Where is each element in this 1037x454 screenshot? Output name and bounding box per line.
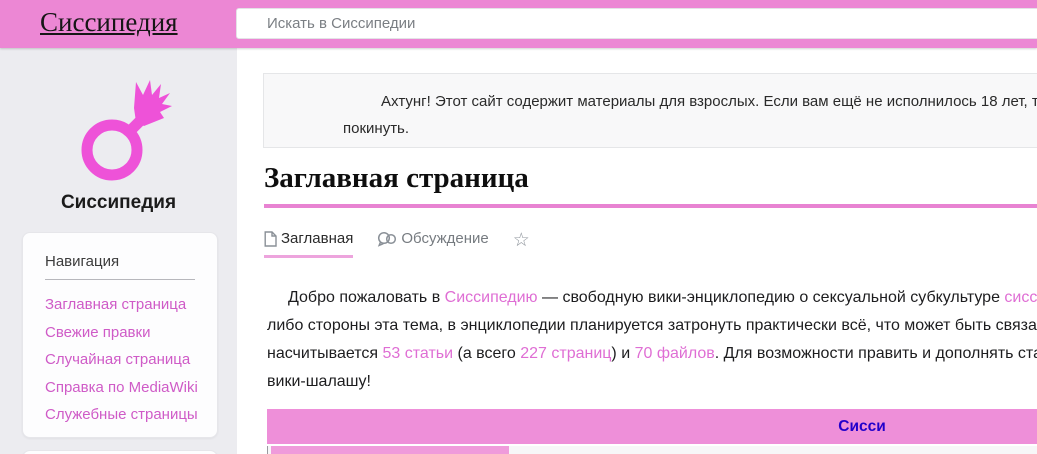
paragraph-text: насчитывается — [267, 345, 383, 362]
main-page-table: Сисси — [267, 409, 1037, 454]
paragraph-text: — свободную вики-энциклопедию о сексуаль… — [538, 289, 1005, 306]
nav-item: Заглавная страница — [45, 291, 195, 319]
navigation-panel: Навигация Заглавная страницаСвежие правк… — [22, 232, 218, 438]
paragraph-text: либо стороны эта тема, в энциклопедии пл… — [267, 317, 1037, 334]
sidebar-link-1[interactable]: Свежие правки — [45, 319, 195, 347]
notice-line-1: Ахтунг! Этот сайт содержит материалы для… — [343, 88, 1037, 115]
table-second-row — [267, 446, 1037, 454]
nav-item: Служебные страницы — [45, 401, 195, 429]
inline-link[interactable]: сисси — [1004, 289, 1037, 306]
search-input[interactable] — [236, 8, 1037, 39]
nav-item: Случайная страница — [45, 346, 195, 374]
sissy-ring-logo-icon — [72, 78, 172, 188]
tab-main-page[interactable]: Заглавная — [264, 230, 353, 258]
watchlist-star-icon[interactable]: ☆ — [513, 229, 530, 260]
paragraph-line: либо стороны эта тема, в энциклопедии пл… — [267, 312, 1037, 340]
table-header-row: Сисси — [267, 409, 1037, 444]
paragraph-text: . Для возможности править и дополнять ст… — [715, 345, 1037, 362]
table-subheader-cell — [271, 446, 509, 454]
site-title-link[interactable]: Сиссипедия — [40, 7, 178, 38]
page-title: Заглавная страница — [264, 162, 529, 195]
content-area: Ахтунг! Этот сайт содержит материалы для… — [237, 48, 1037, 454]
site-logo-link[interactable]: Сиссипедия — [0, 70, 237, 230]
page-tabs: Заглавная Обсуждение ☆ — [264, 229, 530, 259]
tab-main-label: Заглавная — [281, 230, 353, 247]
intro-paragraph: Добро пожаловать в Сиссипедию — свободну… — [267, 284, 1037, 396]
navigation-heading: Навигация — [45, 253, 195, 280]
top-header-bar: Сиссипедия — [0, 0, 1037, 48]
inline-link[interactable]: 53 статьи — [383, 345, 454, 362]
notice-line-2: покинуть. — [343, 115, 1037, 142]
sidebar: Сиссипедия Навигация Заглавная страницаС… — [0, 48, 237, 454]
sidebar-link-0[interactable]: Заглавная страница — [45, 291, 195, 319]
sidebar-link-3[interactable]: Справка по MediaWiki — [45, 374, 195, 402]
tab-discussion-label: Обсуждение — [401, 230, 488, 247]
paragraph-line: Добро пожаловать в Сиссипедию — свободну… — [267, 284, 1037, 312]
page: Сиссипедия Сиссипедия Навигация Заглавна… — [0, 0, 1037, 454]
paragraph-text: ) и — [611, 345, 634, 362]
inline-link[interactable]: 227 страниц — [520, 345, 611, 362]
paragraph-text: (а всего — [453, 345, 520, 362]
paragraph-text: Добро пожаловать в — [288, 289, 445, 306]
fan-shape — [134, 80, 172, 126]
adult-content-notice: Ахтунг! Этот сайт содержит материалы для… — [263, 73, 1037, 148]
inline-link[interactable]: Сиссипедию — [445, 289, 538, 306]
navigation-list: Заглавная страницаСвежие правкиСлучайная… — [45, 291, 195, 429]
talk-bubbles-icon — [377, 231, 397, 247]
nav-item: Справка по MediaWiki — [45, 374, 195, 402]
sidebar-next-panel — [22, 450, 218, 454]
paragraph-line: насчитывается 53 статьи (а всего 227 стр… — [267, 340, 1037, 368]
inline-link[interactable]: 70 файлов — [635, 345, 715, 362]
tab-discussion[interactable]: Обсуждение — [377, 230, 488, 258]
table-header-link[interactable]: Сисси — [838, 418, 886, 436]
title-underline-divider — [264, 204, 1037, 208]
logo-wordmark: Сиссипедия — [0, 192, 237, 214]
nav-item: Свежие правки — [45, 319, 195, 347]
sidebar-link-4[interactable]: Служебные страницы — [45, 401, 195, 429]
page-icon — [264, 231, 277, 247]
paragraph-line: вики-шалашу! — [267, 368, 1037, 396]
paragraph-text: вики-шалашу! — [267, 373, 371, 390]
sidebar-link-2[interactable]: Случайная страница — [45, 346, 195, 374]
